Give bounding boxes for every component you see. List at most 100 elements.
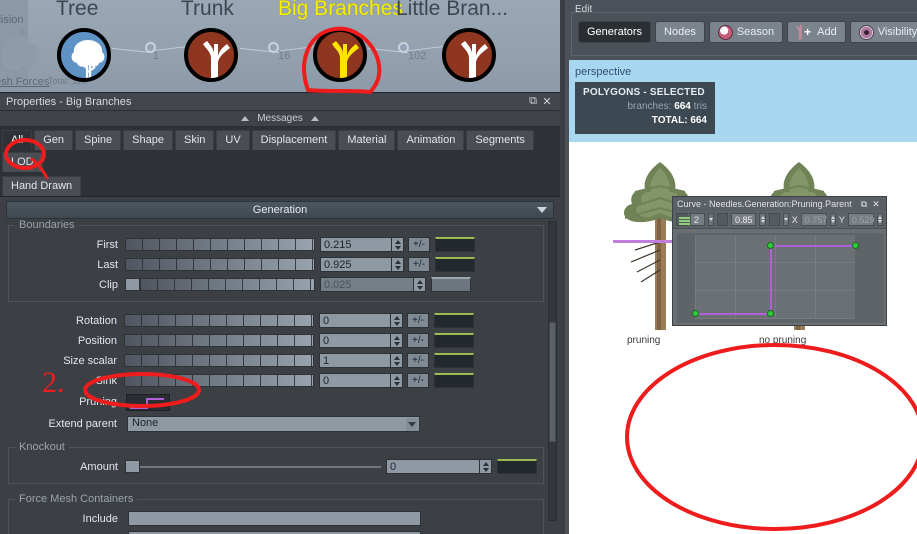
plusminus-last[interactable]: +/-	[408, 257, 430, 272]
row-sink[interactable]: Sink 0 +/-	[14, 371, 544, 390]
chevron-down-icon[interactable]	[707, 213, 714, 226]
button-generators[interactable]: Generators	[578, 21, 652, 43]
curve-control-point[interactable]	[852, 242, 859, 249]
row-size-scalar[interactable]: Size scalar 1 +/-	[14, 351, 544, 370]
value-first[interactable]: 0.215	[320, 237, 392, 252]
slider-last[interactable]	[125, 258, 315, 271]
pruning-curve-widget[interactable]	[126, 393, 170, 411]
curve-x-value[interactable]: 0.757	[800, 213, 827, 226]
flow-node-tree[interactable]	[57, 28, 111, 82]
tab-skin[interactable]: Skin	[174, 130, 215, 150]
slider-first[interactable]	[125, 238, 315, 251]
slider-position[interactable]	[124, 334, 314, 347]
tab-all[interactable]: All	[2, 130, 33, 150]
tab-gen[interactable]: Gen	[34, 130, 74, 150]
slider-rotation[interactable]	[124, 314, 314, 327]
slider-sink[interactable]	[124, 374, 314, 387]
restore-icon[interactable]: ⧉	[526, 95, 540, 108]
row-include[interactable]: Include	[15, 509, 537, 528]
generator-flow-strip[interactable]: llision 3 esh Forces Total: 120 Tree Tru…	[0, 0, 560, 92]
value-size-scalar[interactable]: 1	[319, 353, 391, 368]
row-last[interactable]: Last 0.925 +/-	[15, 255, 537, 274]
tab-segments[interactable]: Segments	[466, 130, 534, 150]
curve-editor-toolbar[interactable]: 2 0.85 X 0.757 Y 0.529	[673, 211, 886, 229]
plusminus-sink[interactable]: +/-	[407, 373, 429, 388]
swatch-rotation[interactable]	[434, 313, 474, 328]
slider-knob-clip[interactable]	[125, 278, 140, 291]
curve-mode-icon[interactable]	[676, 213, 690, 226]
value-last[interactable]: 0.925	[320, 257, 392, 272]
button-season[interactable]: Season	[708, 21, 784, 43]
row-pruning[interactable]: Pruning	[14, 391, 544, 413]
flow-node-trunk[interactable]	[184, 28, 238, 82]
spinner-position[interactable]	[391, 333, 403, 348]
dropdown-extend-parent[interactable]: None	[127, 415, 420, 432]
spinner-clip[interactable]	[414, 277, 426, 292]
row-extend-parent[interactable]: Extend parent None	[14, 414, 544, 433]
row-amount[interactable]: Amount 0	[15, 457, 537, 476]
swatch-sink[interactable]	[434, 373, 474, 388]
flow-node-little-branches[interactable]	[442, 28, 496, 82]
restore-icon[interactable]: ⧉	[858, 199, 870, 210]
value-rotation[interactable]: 0	[319, 313, 391, 328]
curve-editor-canvas[interactable]	[677, 233, 884, 323]
edit-button-row[interactable]: Generators Nodes Season + Add Visibility	[578, 21, 917, 43]
button-nodes[interactable]: Nodes	[655, 21, 705, 43]
curve-control-point[interactable]	[692, 310, 699, 317]
spinner-blend[interactable]	[759, 213, 766, 226]
value-amount[interactable]: 0	[386, 459, 480, 474]
swatch-first[interactable]	[435, 237, 475, 252]
tangent-icon[interactable]	[716, 213, 728, 226]
swatch-position[interactable]	[434, 333, 474, 348]
tab-lod[interactable]: LOD	[2, 152, 43, 172]
plusminus-size-scalar[interactable]: +/-	[407, 353, 429, 368]
row-clip[interactable]: Clip 0.025	[15, 275, 537, 294]
value-sink[interactable]: 0	[319, 373, 391, 388]
row-first[interactable]: First 0.215 +/-	[15, 235, 537, 254]
swatch-clip[interactable]	[431, 277, 471, 292]
value-position[interactable]: 0	[319, 333, 391, 348]
slider-knob-amount[interactable]	[125, 460, 140, 473]
swatch-last[interactable]	[435, 257, 475, 272]
swatch-size-scalar[interactable]	[434, 353, 474, 368]
curve-control-point[interactable]	[767, 242, 774, 249]
button-add[interactable]: + Add	[787, 21, 846, 43]
properties-tabstrip[interactable]: All Gen Spine Shape Skin UV Displacement…	[0, 127, 560, 197]
curve-editor-window[interactable]: Curve - Needles.Generation:Pruning.Paren…	[672, 196, 887, 326]
spinner-amount[interactable]	[480, 459, 492, 474]
tab-hand-drawn[interactable]: Hand Drawn	[2, 176, 82, 196]
curve-point-count[interactable]: 2	[689, 213, 705, 226]
slider-clip[interactable]	[140, 278, 315, 291]
properties-scrollbar[interactable]	[548, 221, 557, 521]
chevron-down-icon[interactable]	[782, 213, 789, 226]
row-exclude[interactable]: Exclude	[15, 529, 537, 534]
curve-control-point[interactable]	[767, 310, 774, 317]
input-include[interactable]	[128, 511, 421, 526]
viewport-3d[interactable]: perspective POLYGONS - SELECTED branches…	[569, 60, 917, 534]
plusminus-first[interactable]: +/-	[408, 237, 430, 252]
close-icon[interactable]: ✕	[540, 95, 554, 108]
tab-shape[interactable]: Shape	[123, 130, 173, 150]
plusminus-rotation[interactable]: +/-	[407, 313, 429, 328]
spinner-size-scalar[interactable]	[391, 353, 403, 368]
row-position[interactable]: Position 0 +/-	[14, 331, 544, 350]
swatch-amount[interactable]	[497, 459, 537, 474]
spinner-x[interactable]	[829, 213, 836, 226]
messages-bar[interactable]: Messages	[0, 111, 560, 127]
spinner-first[interactable]	[392, 237, 404, 252]
spinner-sink[interactable]	[391, 373, 403, 388]
tab-spine[interactable]: Spine	[75, 130, 122, 150]
spinner-y[interactable]	[876, 213, 884, 226]
close-icon[interactable]: ✕	[870, 199, 882, 210]
slider-size-scalar[interactable]	[124, 354, 314, 367]
scrollbar-thumb[interactable]	[549, 322, 556, 442]
flow-node-big-branches[interactable]	[313, 28, 367, 82]
chevron-down-icon[interactable]	[406, 417, 418, 431]
curve-blend-value[interactable]: 0.85	[730, 213, 757, 226]
spinner-rotation[interactable]	[391, 313, 403, 328]
tab-displacement[interactable]: Displacement	[251, 130, 337, 150]
interpolation-icon[interactable]	[768, 213, 780, 226]
value-clip[interactable]: 0.025	[320, 277, 414, 292]
button-visibility[interactable]: Visibility	[849, 21, 917, 43]
curve-y-value[interactable]: 0.529	[847, 213, 874, 226]
